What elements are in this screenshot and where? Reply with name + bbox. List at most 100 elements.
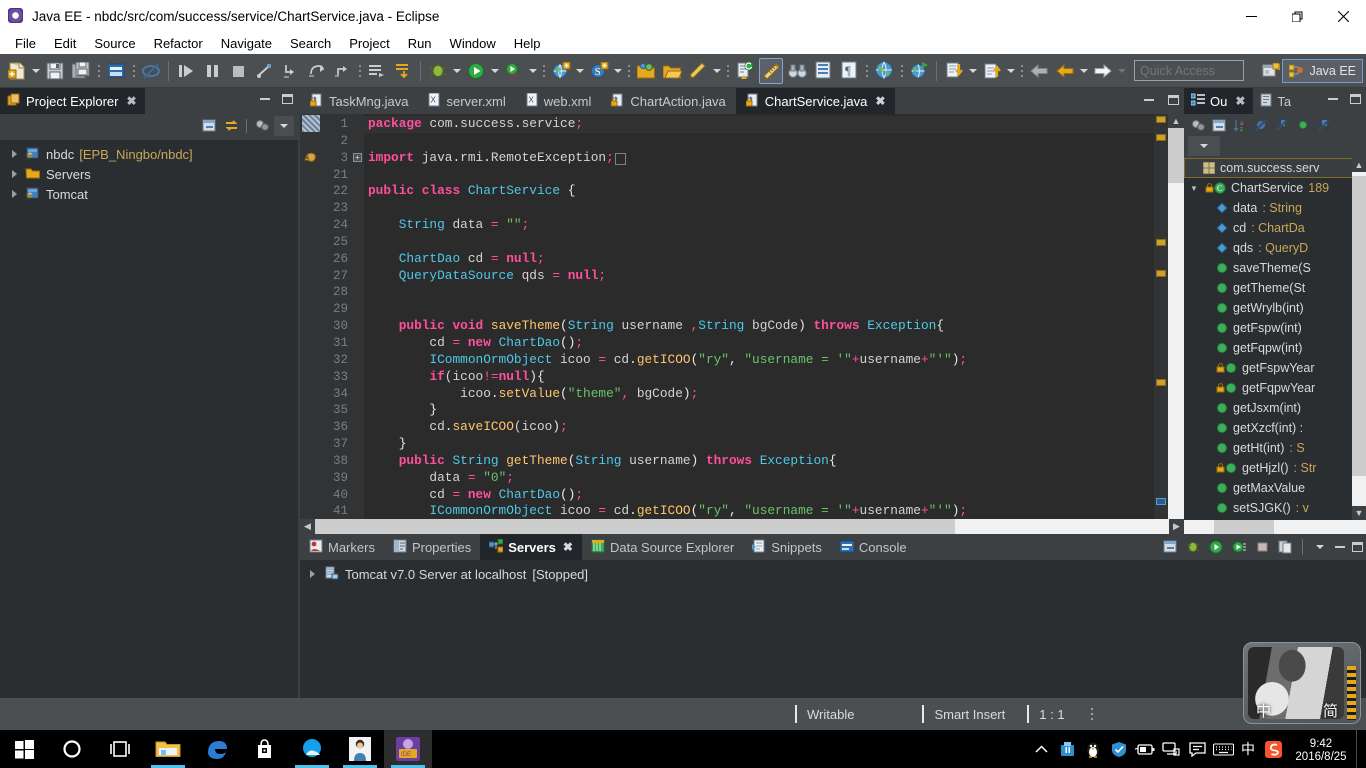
forward-dropdown-arrow[interactable] bbox=[1116, 58, 1128, 84]
overview-selected-marker[interactable] bbox=[1156, 498, 1166, 505]
step-return-icon[interactable] bbox=[330, 58, 354, 84]
view-menu-icon[interactable] bbox=[1310, 537, 1330, 557]
outline-item-chartservice[interactable]: ▼ C ChartService 189 bbox=[1184, 178, 1366, 198]
vscroll-thumb[interactable] bbox=[1352, 176, 1366, 476]
chevron-right-icon[interactable] bbox=[10, 149, 20, 159]
battery-icon[interactable] bbox=[1132, 730, 1158, 768]
show-hidden-icons-chevron[interactable] bbox=[1028, 730, 1054, 768]
code-line[interactable]: cd = new ChartDao(); bbox=[364, 487, 1154, 504]
outline-item-getwrylbint[interactable]: getWrylb(int) bbox=[1184, 298, 1366, 318]
editor-folding-gutter[interactable]: + bbox=[352, 114, 364, 534]
run-icon[interactable] bbox=[464, 58, 488, 84]
outline-view-menu-button[interactable] bbox=[1188, 136, 1220, 156]
hide-non-public-icon[interactable] bbox=[1293, 115, 1313, 135]
debug-icon[interactable] bbox=[426, 58, 450, 84]
new-annotation-icon[interactable] bbox=[686, 58, 710, 84]
sort-icon[interactable]: az bbox=[1230, 115, 1250, 135]
usb-device-icon[interactable] bbox=[1054, 730, 1080, 768]
eclipse-jee-ide-icon[interactable]: IDE bbox=[384, 730, 432, 768]
stop-server-icon[interactable] bbox=[1252, 537, 1272, 557]
minimize-view-button[interactable] bbox=[258, 92, 272, 106]
resume-icon[interactable] bbox=[174, 58, 198, 84]
collapse-all-icon[interactable] bbox=[199, 116, 219, 136]
menu-navigate[interactable]: Navigate bbox=[212, 34, 281, 53]
menu-edit[interactable]: Edit bbox=[45, 34, 85, 53]
print-icon[interactable] bbox=[104, 58, 128, 84]
sogou-input-icon[interactable] bbox=[1260, 730, 1286, 768]
menu-refactor[interactable]: Refactor bbox=[145, 34, 212, 53]
tab-outline[interactable]: Ou ✖ bbox=[1184, 88, 1254, 114]
code-line[interactable] bbox=[364, 284, 1154, 301]
outline-item-getfspwint[interactable]: getFspw(int) bbox=[1184, 318, 1366, 338]
close-icon[interactable]: ✖ bbox=[875, 94, 885, 108]
outline-vertical-scrollbar[interactable]: ▲ ▼ bbox=[1352, 158, 1366, 520]
previous-annotation-dropdown-arrow[interactable] bbox=[967, 58, 979, 84]
code-line[interactable] bbox=[364, 167, 1154, 184]
qq-avatar-icon[interactable] bbox=[336, 730, 384, 768]
close-icon[interactable]: ✖ bbox=[563, 540, 573, 554]
new-wizard-dropdown-arrow[interactable] bbox=[30, 58, 42, 84]
code-line[interactable]: import java.rmi.RemoteException; bbox=[364, 150, 1154, 167]
close-icon[interactable]: ✖ bbox=[126, 94, 136, 108]
show-desktop-button[interactable] bbox=[1356, 730, 1362, 768]
code-line[interactable]: public String getTheme(String username) … bbox=[364, 453, 1154, 470]
security-shield-icon[interactable] bbox=[1106, 730, 1132, 768]
microsoft-store-icon[interactable] bbox=[240, 730, 288, 768]
restore-button[interactable] bbox=[1274, 0, 1320, 32]
outline-item-getthemest[interactable]: getTheme(St bbox=[1184, 278, 1366, 298]
view-menu-icon[interactable] bbox=[274, 116, 294, 136]
scroll-down-arrow[interactable]: ▼ bbox=[1352, 506, 1366, 520]
code-line[interactable]: cd = new ChartDao(); bbox=[364, 335, 1154, 352]
close-button[interactable] bbox=[1320, 0, 1366, 32]
maximize-view-button[interactable] bbox=[1348, 92, 1362, 106]
chevron-right-icon[interactable] bbox=[10, 189, 20, 199]
outline-item-getfspwyear[interactable]: getFspwYear bbox=[1184, 358, 1366, 378]
code-line[interactable]: ICommonOrmObject icoo = cd.getICOO("ry",… bbox=[364, 503, 1154, 520]
back-icon[interactable] bbox=[1053, 58, 1077, 84]
outline-item-getxzcfint[interactable]: getXzcf(int) : bbox=[1184, 418, 1366, 438]
run-dropdown-arrow[interactable] bbox=[489, 58, 501, 84]
bottom-tab-data-source-explorer[interactable]: Data Source Explorer bbox=[582, 534, 743, 560]
code-line[interactable] bbox=[364, 301, 1154, 318]
outline-item-datastring[interactable]: data : String bbox=[1184, 198, 1366, 218]
start-server-icon[interactable] bbox=[1206, 537, 1226, 557]
vscroll-thumb[interactable] bbox=[1168, 128, 1184, 183]
debug-dropdown-arrow[interactable] bbox=[451, 58, 463, 84]
hide-local-types-icon[interactable] bbox=[1314, 115, 1334, 135]
new-web-dropdown-arrow[interactable] bbox=[574, 58, 586, 84]
collapse-all-icon[interactable] bbox=[1160, 537, 1180, 557]
code-line[interactable]: cd.saveICOO(icoo); bbox=[364, 419, 1154, 436]
editor-vertical-scrollbar[interactable]: ▲ ▼ bbox=[1168, 114, 1184, 534]
link-with-editor-icon[interactable] bbox=[221, 116, 241, 136]
outline-item-savethemes[interactable]: saveTheme(S bbox=[1184, 258, 1366, 278]
publish-server-icon[interactable] bbox=[1275, 537, 1295, 557]
outline-item-getjsxmint[interactable]: getJsxm(int) bbox=[1184, 398, 1366, 418]
cortana-search-icon[interactable] bbox=[48, 730, 96, 768]
code-line[interactable] bbox=[364, 234, 1154, 251]
tree-item-nbdc[interactable]: nbdc [EPB_Ningbo/nbdc] bbox=[0, 144, 298, 164]
ime-chinese-icon[interactable]: 中 bbox=[1236, 739, 1260, 759]
qq-penguin-icon[interactable] bbox=[1080, 730, 1106, 768]
new-server-icon[interactable]: S bbox=[587, 58, 611, 84]
scroll-right-arrow[interactable]: ▶ bbox=[1169, 519, 1184, 534]
step-into-icon[interactable] bbox=[278, 58, 302, 84]
menu-window[interactable]: Window bbox=[441, 34, 505, 53]
hscroll-thumb[interactable] bbox=[315, 519, 955, 534]
outline-item-gethjzlstr[interactable]: getHjzl() : Str bbox=[1184, 458, 1366, 478]
menu-project[interactable]: Project bbox=[340, 34, 398, 53]
back-dropdown-arrow[interactable] bbox=[1078, 58, 1090, 84]
overview-warning-marker[interactable] bbox=[1156, 134, 1166, 141]
new-java-class-icon[interactable] bbox=[660, 58, 684, 84]
editor-tab-web-xml[interactable]: Xweb.xml bbox=[516, 88, 602, 114]
bottom-tab-markers[interactable]: Markers bbox=[300, 534, 384, 560]
next-annotation-icon[interactable] bbox=[980, 58, 1004, 84]
editor-tab-chartservice-java[interactable]: ChartService.java ✖ bbox=[735, 88, 896, 114]
toggle-block-selection-icon[interactable] bbox=[811, 58, 835, 84]
code-line[interactable] bbox=[364, 133, 1154, 150]
tree-item-tomcat[interactable]: Tomcat bbox=[0, 184, 298, 204]
hscroll-thumb[interactable] bbox=[1214, 520, 1274, 534]
new-server-dropdown-arrow[interactable] bbox=[612, 58, 624, 84]
editor-tab-chartaction-java[interactable]: ChartAction.java bbox=[601, 88, 735, 114]
editor-horizontal-scrollbar[interactable]: ◀ ▶ bbox=[300, 519, 1184, 534]
search-icon[interactable] bbox=[785, 58, 809, 84]
